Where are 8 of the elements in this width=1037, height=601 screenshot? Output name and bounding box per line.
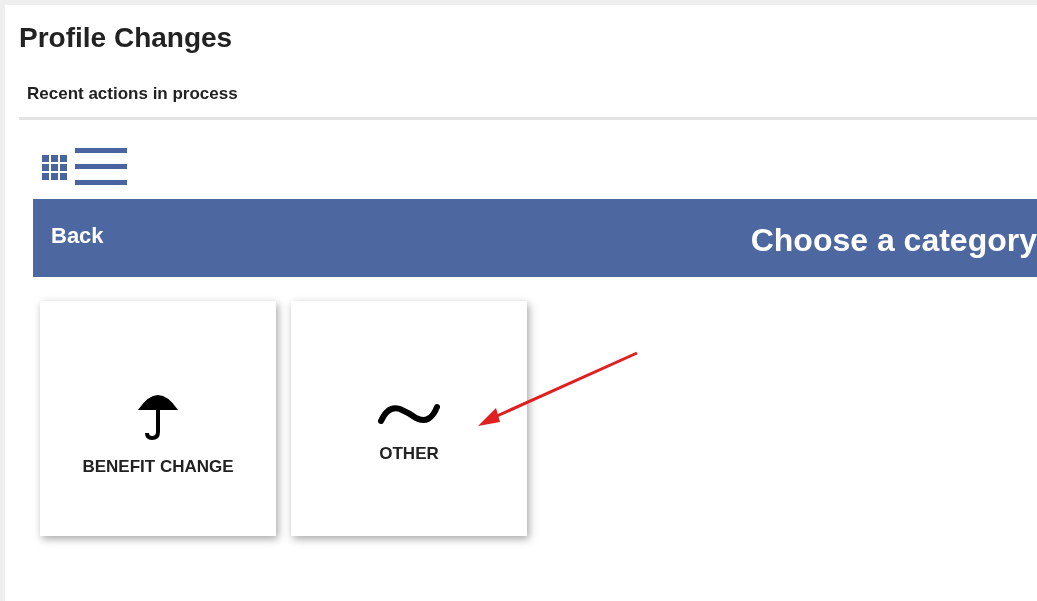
grid-view-icon[interactable] (42, 154, 67, 180)
category-tile[interactable]: OTHER (291, 301, 527, 536)
page-title: Profile Changes (19, 21, 234, 55)
list-view-icon[interactable] (75, 148, 127, 186)
category-tile[interactable]: BENEFIT CHANGE (40, 301, 276, 536)
back-button[interactable]: Back (51, 219, 104, 252)
section-title: Recent actions in process (27, 83, 239, 105)
category-heading: Choose a category (750, 221, 1037, 260)
